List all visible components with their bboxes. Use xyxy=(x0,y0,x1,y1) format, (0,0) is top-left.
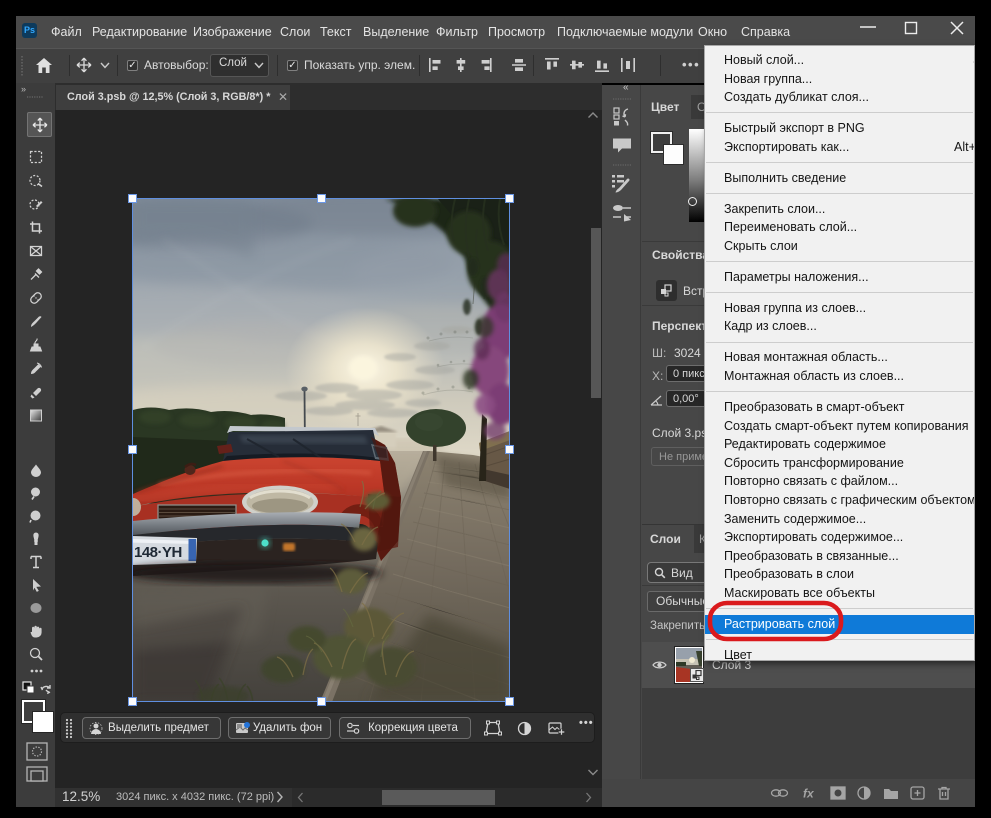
svg-text:fx: fx xyxy=(803,787,815,801)
